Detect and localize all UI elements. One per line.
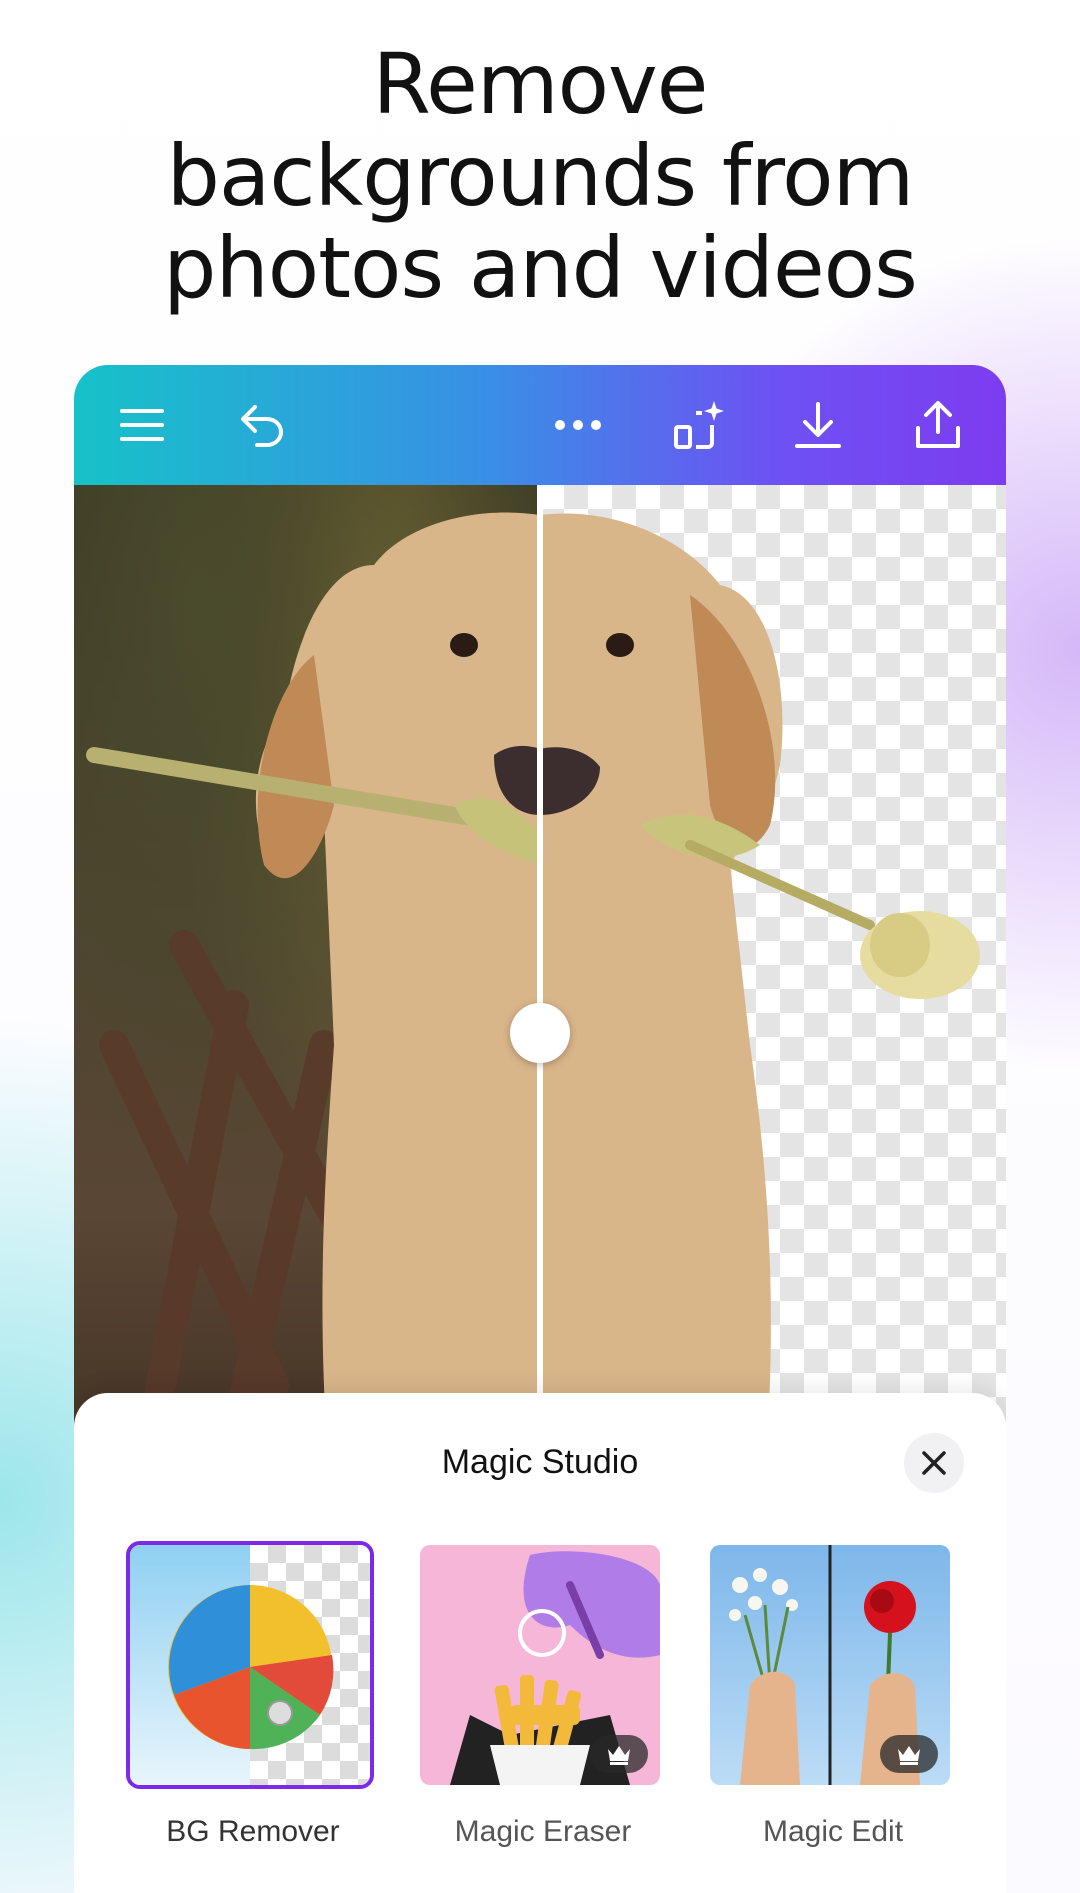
tool-label: BG Remover [166, 1815, 340, 1848]
headline-line-2: backgrounds from [166, 127, 915, 225]
magic-edit-thumbnail [710, 1545, 950, 1785]
background-removed-half [540, 485, 1006, 1525]
app-preview: Magic Studio BG Remover Magic Eraser Mag… [74, 365, 1006, 1893]
editor-toolbar [74, 365, 1006, 485]
download-icon[interactable] [788, 395, 848, 455]
share-icon[interactable] [908, 395, 968, 455]
headline: Remove backgrounds from photos and video… [0, 38, 1080, 314]
headline-line-1: Remove [372, 35, 709, 133]
sheet-title: Magic Studio [441, 1443, 639, 1481]
close-icon [922, 1451, 946, 1475]
menu-icon[interactable] [112, 395, 172, 455]
magic-eraser-thumbnail [420, 1545, 660, 1785]
tool-label: Magic Edit [762, 1815, 904, 1848]
undo-icon[interactable] [232, 395, 292, 455]
comparison-slider-handle[interactable] [510, 1003, 570, 1063]
tool-magic-edit[interactable]: Magic Edit [710, 1545, 956, 1848]
premium-badge [880, 1735, 938, 1773]
premium-badge [590, 1735, 648, 1773]
original-photo-half [74, 485, 540, 1525]
crown-icon [608, 1746, 630, 1765]
close-button[interactable] [904, 1433, 964, 1493]
crown-icon [898, 1746, 920, 1765]
tool-magic-eraser[interactable]: Magic Eraser [420, 1545, 666, 1848]
magic-studio-sheet: Magic Studio BG Remover Magic Eraser Mag… [74, 1393, 1006, 1893]
magic-resize-icon[interactable] [668, 395, 728, 455]
tool-bg-remover[interactable]: BG Remover [126, 1541, 376, 1848]
beach-ball-icon [168, 1585, 334, 1750]
headline-line-3: photos and videos [163, 219, 918, 317]
bg-remover-thumbnail [126, 1541, 374, 1789]
tool-label: Magic Eraser [454, 1815, 632, 1848]
before-after-preview[interactable] [74, 485, 1006, 1525]
more-icon[interactable] [548, 395, 608, 455]
